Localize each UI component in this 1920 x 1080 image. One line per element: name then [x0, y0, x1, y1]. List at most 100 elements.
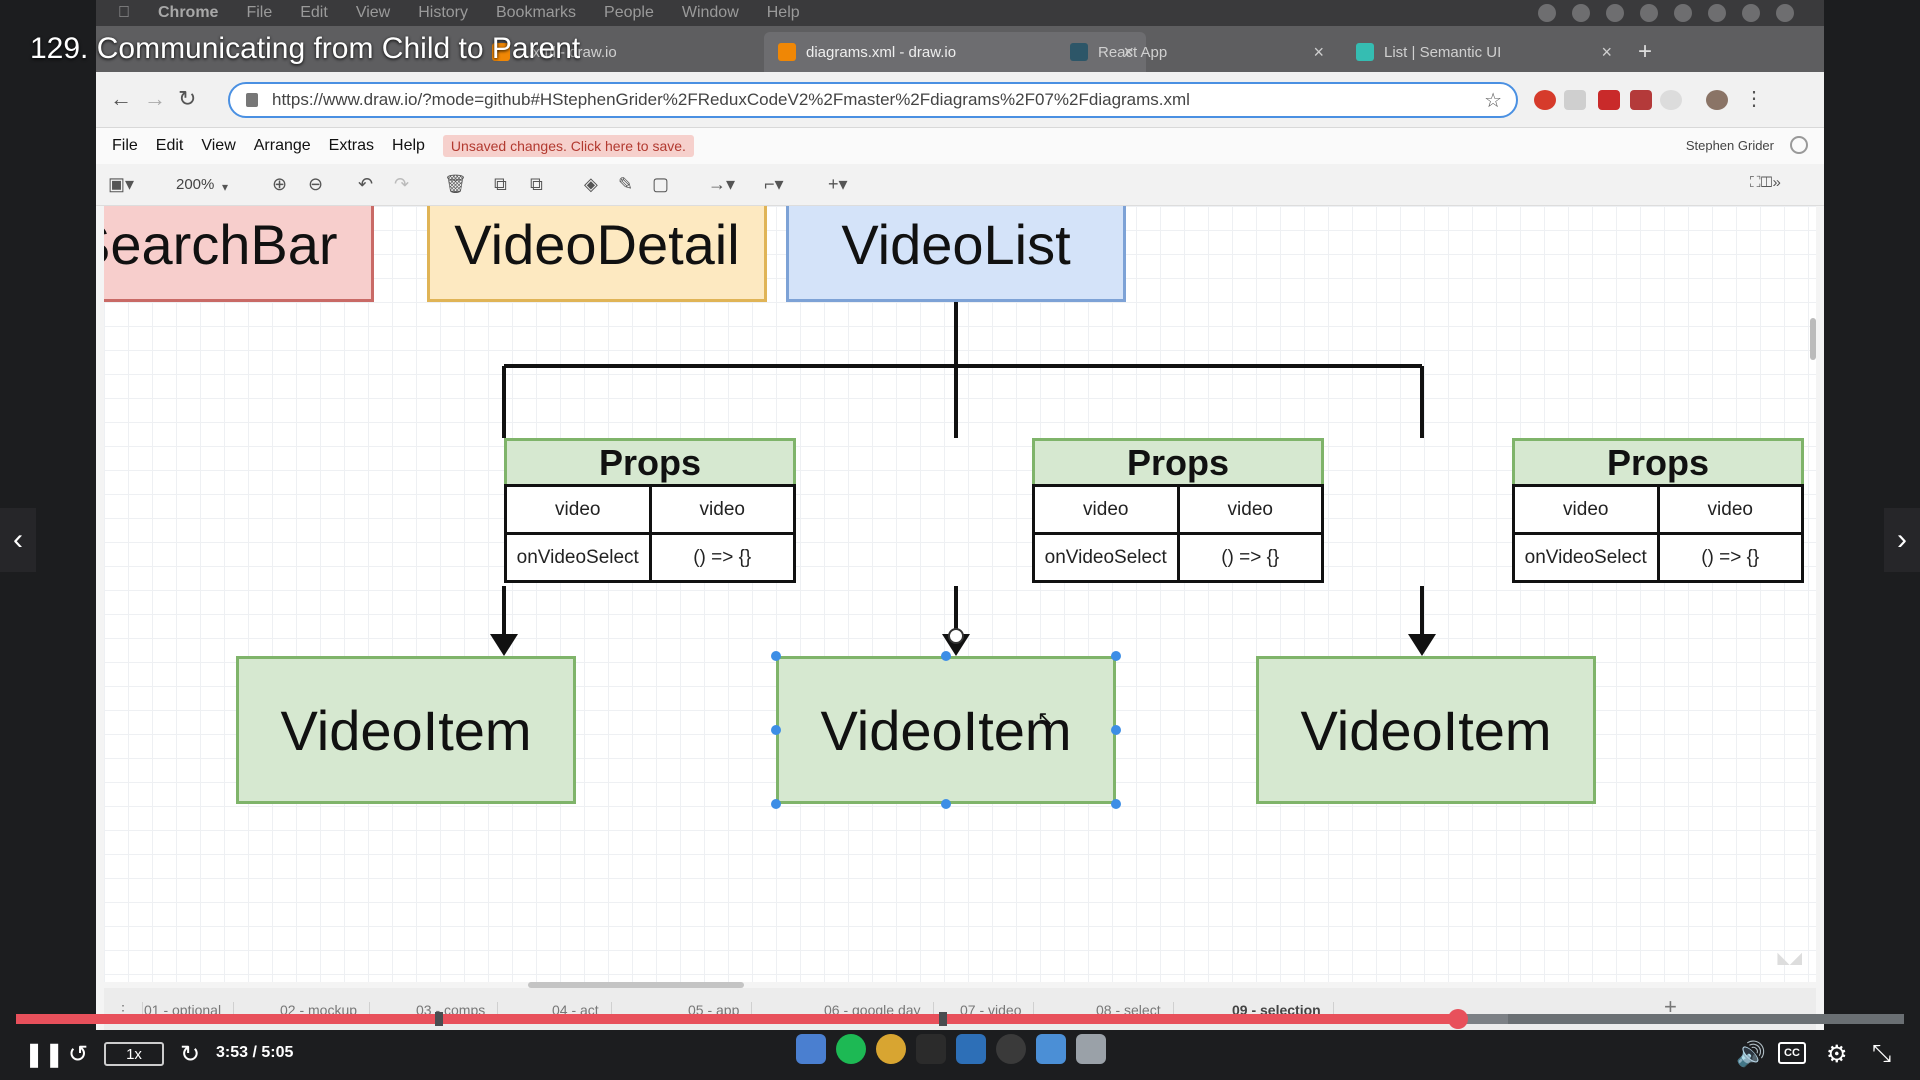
- mac-menu-bookmarks[interactable]: Bookmarks: [496, 4, 576, 22]
- shadow-icon[interactable]: ▢: [652, 174, 669, 195]
- vscode-icon[interactable]: [956, 1034, 986, 1064]
- extension-icon[interactable]: [1630, 90, 1652, 110]
- menu-extras[interactable]: Extras: [329, 137, 374, 155]
- format-panel-icon[interactable]: ▣▾: [108, 174, 134, 195]
- rewind-icon[interactable]: ↺: [68, 1040, 88, 1069]
- props-panel[interactable]: Props video video onVideoSelect () => {}: [504, 438, 796, 583]
- component-box-videoitem-selected[interactable]: VideoItem: [776, 656, 1116, 804]
- fill-color-icon[interactable]: ◈: [584, 174, 598, 195]
- browser-tab[interactable]: React App ×: [1056, 32, 1336, 72]
- unsaved-changes-notice[interactable]: Unsaved changes. Click here to save.: [442, 135, 694, 157]
- mac-menu-edit[interactable]: Edit: [300, 4, 328, 22]
- menu-view[interactable]: View: [201, 137, 235, 155]
- notification-center-icon[interactable]: [1776, 4, 1794, 22]
- connection-icon[interactable]: →▾: [708, 174, 735, 195]
- settings-gear-icon[interactable]: ⚙: [1826, 1040, 1848, 1069]
- opera-extension-icon[interactable]: [1534, 90, 1556, 110]
- component-box-videoitem[interactable]: VideoItem: [236, 656, 576, 804]
- status-icon[interactable]: [1572, 4, 1590, 22]
- search-icon[interactable]: [1708, 4, 1726, 22]
- status-icon[interactable]: [1606, 4, 1624, 22]
- component-box-videoitem[interactable]: VideoItem: [1256, 656, 1596, 804]
- resize-handle[interactable]: [1111, 725, 1121, 735]
- bookmark-star-icon[interactable]: ☆: [1484, 88, 1502, 113]
- playback-speed-button[interactable]: 1x: [104, 1042, 164, 1066]
- mac-menu-history[interactable]: History: [418, 4, 468, 22]
- forward-icon[interactable]: ↻: [180, 1040, 200, 1069]
- to-front-icon[interactable]: ⧉: [494, 174, 507, 195]
- mac-menu-people[interactable]: People: [604, 4, 654, 22]
- menu-edit[interactable]: Edit: [156, 137, 184, 155]
- forward-icon[interactable]: →: [144, 86, 166, 112]
- close-icon[interactable]: ×: [1601, 42, 1612, 63]
- zoom-out-icon[interactable]: ⊖: [308, 174, 323, 195]
- zoom-in-icon[interactable]: ⊕: [272, 174, 287, 195]
- diagram-canvas[interactable]: SearchBar VideoDetail VideoList Props vi…: [104, 206, 1816, 982]
- video-progress-bar[interactable]: [16, 1009, 1904, 1029]
- captions-button[interactable]: CC: [1778, 1042, 1806, 1064]
- terminal-icon[interactable]: [916, 1034, 946, 1064]
- extension-icon[interactable]: [1660, 90, 1682, 110]
- resize-handle[interactable]: [771, 651, 781, 661]
- resize-handle[interactable]: [1111, 799, 1121, 809]
- resize-handle[interactable]: [771, 725, 781, 735]
- reload-icon[interactable]: ↻: [178, 86, 196, 112]
- redo-icon[interactable]: ↷: [394, 174, 409, 195]
- component-box-searchbar[interactable]: SearchBar: [104, 206, 374, 302]
- chevron-down-icon[interactable]: ▾: [222, 180, 228, 194]
- exit-fullscreen-icon[interactable]: ⤡: [1872, 1040, 1891, 1068]
- resize-handle[interactable]: [941, 651, 951, 661]
- apple-icon[interactable]: : [118, 4, 130, 22]
- zoom-select[interactable]: 200%: [176, 176, 214, 193]
- chrome-icon[interactable]: [876, 1034, 906, 1064]
- connection-point-icon[interactable]: [948, 628, 964, 644]
- props-panel[interactable]: Props video video onVideoSelect () => {}: [1512, 438, 1804, 583]
- component-box-videolist[interactable]: VideoList: [786, 206, 1126, 302]
- previous-lecture-button[interactable]: ‹: [0, 508, 36, 572]
- line-color-icon[interactable]: ✎: [618, 174, 633, 195]
- status-icon[interactable]: [1640, 4, 1658, 22]
- to-back-icon[interactable]: ⧉: [530, 174, 543, 195]
- back-icon[interactable]: ←: [110, 86, 132, 112]
- props-panel[interactable]: Props video video onVideoSelect () => {}: [1032, 438, 1324, 583]
- insert-icon[interactable]: +▾: [828, 174, 848, 195]
- finder-icon[interactable]: [796, 1034, 826, 1064]
- fullscreen-icon[interactable]: ⛶◫»: [1750, 174, 1781, 191]
- undo-icon[interactable]: ↶: [358, 174, 373, 195]
- pause-icon[interactable]: ❚❚: [24, 1040, 64, 1069]
- trash-icon[interactable]: [1076, 1034, 1106, 1064]
- resize-handle[interactable]: [941, 799, 951, 809]
- delete-icon[interactable]: 🗑: [444, 174, 467, 195]
- more-menu-icon[interactable]: ⋮: [1744, 86, 1764, 111]
- new-tab-icon[interactable]: +: [1638, 38, 1652, 66]
- mac-menu-file[interactable]: File: [246, 4, 272, 22]
- close-icon[interactable]: ×: [1313, 42, 1324, 63]
- mac-menu-view[interactable]: View: [356, 4, 390, 22]
- css-extension-icon[interactable]: [1564, 90, 1586, 110]
- menu-file[interactable]: File: [112, 137, 138, 155]
- waypoints-icon[interactable]: ⌐▾: [764, 174, 784, 195]
- volume-icon[interactable]: 🔊: [1736, 1040, 1766, 1069]
- browser-tab[interactable]: List | Semantic UI ×: [1342, 32, 1624, 72]
- mac-menu-window[interactable]: Window: [682, 4, 739, 22]
- obs-icon[interactable]: [996, 1034, 1026, 1064]
- status-icon[interactable]: [1538, 4, 1556, 22]
- address-bar[interactable]: https://www.draw.io/?mode=github#HStephe…: [228, 82, 1518, 118]
- vertical-scrollbar[interactable]: [1810, 318, 1816, 360]
- profile-avatar[interactable]: [1706, 90, 1728, 110]
- globe-icon[interactable]: [1790, 136, 1808, 154]
- spotify-icon[interactable]: [836, 1034, 866, 1064]
- menu-help[interactable]: Help: [392, 137, 425, 155]
- resize-handle[interactable]: [771, 799, 781, 809]
- next-lecture-button[interactable]: ›: [1884, 508, 1920, 572]
- status-icon[interactable]: [1674, 4, 1692, 22]
- folder-icon[interactable]: [1036, 1034, 1066, 1064]
- user-menu[interactable]: Stephen Grider: [1686, 138, 1774, 153]
- siri-icon[interactable]: [1742, 4, 1760, 22]
- menu-arrange[interactable]: Arrange: [254, 137, 311, 155]
- resize-handle[interactable]: [1111, 651, 1121, 661]
- extension-icon[interactable]: [1598, 90, 1620, 110]
- component-box-videodetail[interactable]: VideoDetail: [427, 206, 767, 302]
- mac-menu-help[interactable]: Help: [767, 4, 800, 22]
- mac-menu-chrome[interactable]: Chrome: [158, 4, 218, 22]
